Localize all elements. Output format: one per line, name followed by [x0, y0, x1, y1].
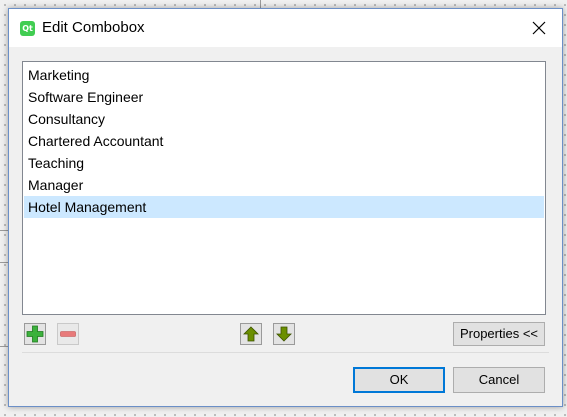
items-list[interactable]: Marketing Software Engineer Consultancy … [22, 61, 546, 315]
list-item[interactable]: Software Engineer [24, 86, 544, 108]
list-item[interactable]: Manager [24, 174, 544, 196]
cancel-button[interactable]: Cancel [453, 367, 545, 393]
divider [22, 352, 549, 353]
arrow-down-icon [276, 326, 292, 342]
add-item-button[interactable] [24, 323, 46, 345]
ok-button[interactable]: OK [353, 367, 445, 393]
remove-item-button[interactable] [57, 323, 79, 345]
list-item[interactable]: Chartered Accountant [24, 130, 544, 152]
list-item-selected[interactable]: Hotel Management [24, 196, 544, 218]
designer-guide-line [0, 230, 8, 231]
move-up-button[interactable] [240, 323, 262, 345]
edit-combobox-dialog: Qt Edit Combobox Marketing Software Engi… [8, 8, 563, 407]
list-item[interactable]: Marketing [24, 64, 544, 86]
arrow-up-icon [243, 326, 259, 342]
designer-guide-line [260, 0, 261, 8]
dialog-title: Edit Combobox [42, 19, 145, 36]
plus-icon [26, 325, 44, 343]
list-item[interactable]: Consultancy [24, 108, 544, 130]
title-bar[interactable]: Qt Edit Combobox [9, 9, 562, 47]
list-item[interactable]: Teaching [24, 152, 544, 174]
qt-app-icon: Qt [20, 21, 35, 36]
move-down-button[interactable] [273, 323, 295, 345]
close-icon [532, 21, 546, 35]
close-button[interactable] [516, 9, 562, 47]
properties-button[interactable]: Properties << [453, 322, 545, 346]
designer-guide-line [0, 346, 8, 347]
minus-icon [60, 331, 76, 337]
designer-guide-line [0, 262, 8, 263]
